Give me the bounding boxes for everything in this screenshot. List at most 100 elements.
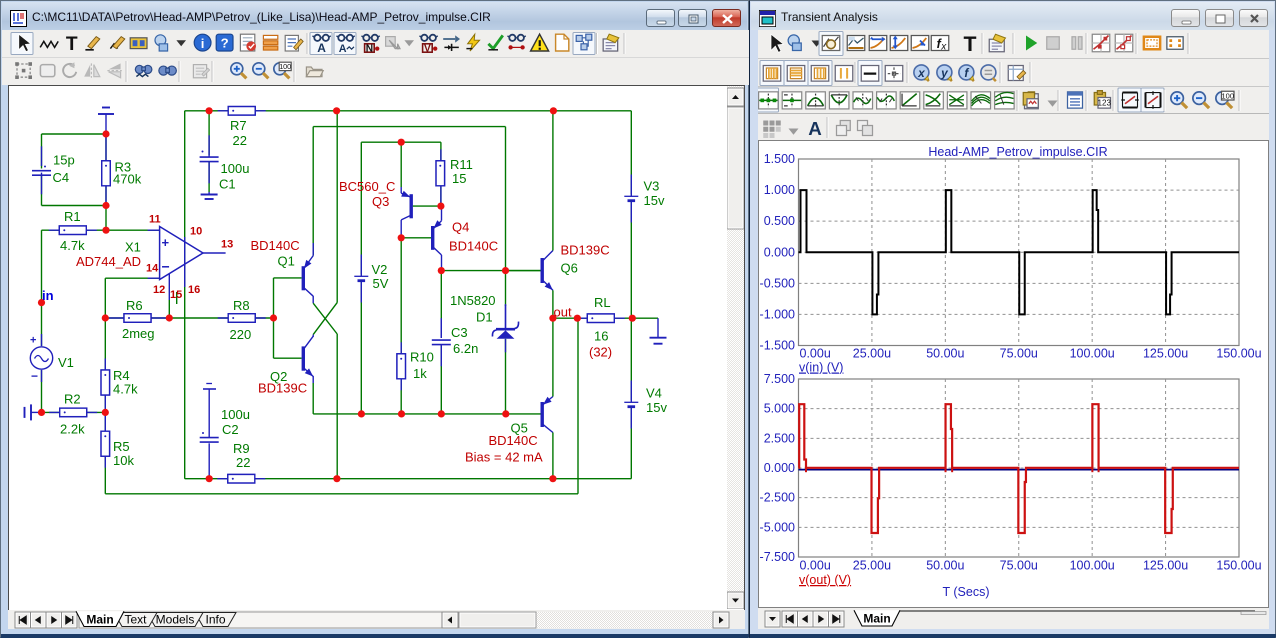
svg-text:R6: R6 — [126, 298, 143, 313]
svg-text:out: out — [553, 304, 571, 319]
svg-text:16: 16 — [188, 284, 200, 296]
svg-text:15v: 15v — [643, 193, 664, 208]
svg-text:R7: R7 — [230, 118, 247, 133]
svg-text:25.00u: 25.00u — [853, 347, 891, 361]
svg-text:Q6: Q6 — [560, 260, 577, 275]
svg-text:Info: Info — [205, 613, 225, 627]
svg-text:0.00u: 0.00u — [800, 347, 831, 361]
svg-text:R9: R9 — [233, 441, 250, 456]
svg-text:470k: 470k — [113, 171, 142, 186]
svg-text:150.00u: 150.00u — [1216, 347, 1261, 361]
svg-text:BD140C: BD140C — [449, 238, 498, 253]
svg-text:10: 10 — [190, 225, 202, 237]
svg-text:-0.500: -0.500 — [760, 276, 795, 290]
svg-text:0.500: 0.500 — [764, 214, 795, 228]
svg-text:i: i — [201, 36, 205, 51]
svg-text:R8: R8 — [233, 298, 250, 313]
svg-text:X1: X1 — [125, 239, 141, 254]
svg-text:Main: Main — [86, 613, 113, 627]
svg-text:-1.500: -1.500 — [760, 339, 795, 353]
svg-text:22: 22 — [232, 133, 246, 148]
svg-text:15: 15 — [170, 289, 182, 301]
svg-text:BD139C: BD139C — [258, 380, 307, 395]
svg-text:(32): (32) — [589, 344, 612, 359]
svg-text:Q4: Q4 — [452, 219, 469, 234]
svg-text:7.500: 7.500 — [764, 372, 795, 386]
svg-text:22: 22 — [236, 455, 250, 470]
svg-text:−: − — [31, 369, 38, 383]
svg-text:0.000: 0.000 — [764, 245, 795, 259]
svg-text:T: T — [66, 34, 78, 55]
svg-text:R5: R5 — [113, 439, 130, 454]
svg-text:-5.000: -5.000 — [760, 520, 795, 534]
svg-text:-2.500: -2.500 — [760, 491, 795, 505]
svg-text:A: A — [808, 118, 822, 139]
svg-text:-7.500: -7.500 — [760, 550, 795, 564]
svg-text:125.00u: 125.00u — [1143, 347, 1188, 361]
svg-text:-1.000: -1.000 — [760, 307, 795, 321]
svg-text:Q3: Q3 — [372, 194, 389, 209]
svg-text:15v: 15v — [646, 400, 667, 415]
svg-text:100u: 100u — [221, 407, 250, 422]
svg-text:11: 11 — [149, 213, 161, 225]
svg-text:220: 220 — [229, 327, 251, 342]
svg-text:BD140C: BD140C — [250, 238, 299, 253]
svg-text:R10: R10 — [410, 349, 434, 364]
svg-text:V4: V4 — [646, 385, 662, 400]
svg-text:V1: V1 — [58, 355, 74, 370]
svg-text:BC560_C: BC560_C — [339, 179, 395, 194]
svg-text:13: 13 — [221, 238, 233, 250]
svg-text:in: in — [42, 288, 54, 303]
svg-text:+: + — [161, 235, 169, 250]
svg-text:C1: C1 — [219, 176, 236, 191]
svg-text:16: 16 — [594, 328, 608, 343]
svg-text:V2: V2 — [371, 262, 387, 277]
svg-text:V: V — [424, 44, 431, 55]
svg-text:Head-AMP_Petrov_impulse.CIR: Head-AMP_Petrov_impulse.CIR — [928, 145, 1107, 159]
svg-text:14: 14 — [146, 262, 159, 274]
svg-text:2.500: 2.500 — [764, 431, 795, 445]
svg-text:AD744_AD: AD744_AD — [76, 254, 141, 269]
svg-text:x: x — [917, 66, 925, 80]
svg-text:A: A — [317, 41, 326, 55]
svg-text:?: ? — [221, 35, 229, 50]
svg-text:C2: C2 — [222, 422, 239, 437]
svg-text:Text: Text — [124, 613, 147, 627]
svg-text:V3: V3 — [643, 178, 659, 193]
svg-text:1k: 1k — [413, 366, 427, 381]
svg-text:R2: R2 — [64, 391, 81, 406]
svg-text:Main: Main — [863, 612, 890, 626]
svg-text:BD139C: BD139C — [560, 242, 609, 257]
svg-text:1.500: 1.500 — [764, 152, 795, 166]
svg-text:T (Secs): T (Secs) — [943, 585, 990, 599]
svg-text:12: 12 — [153, 284, 165, 296]
svg-text:25.00u: 25.00u — [853, 559, 891, 573]
svg-text:50.00u: 50.00u — [926, 559, 964, 573]
svg-text:R1: R1 — [64, 209, 81, 224]
svg-text:100: 100 — [1221, 92, 1234, 101]
svg-text:4.7k: 4.7k — [113, 381, 138, 396]
svg-text:1N5820: 1N5820 — [450, 293, 496, 308]
svg-text:15p: 15p — [53, 152, 75, 167]
svg-text:C3: C3 — [451, 325, 468, 340]
svg-text:v(in) (V): v(in) (V) — [799, 361, 843, 375]
svg-text:150.00u: 150.00u — [1216, 559, 1261, 573]
svg-text:Q1: Q1 — [277, 253, 294, 268]
svg-text:100.00u: 100.00u — [1070, 559, 1115, 573]
svg-text:A: A — [339, 43, 347, 55]
svg-text:10k: 10k — [113, 453, 134, 468]
svg-text:2.2k: 2.2k — [60, 421, 85, 436]
svg-text:0.000: 0.000 — [764, 461, 795, 475]
svg-text:100: 100 — [279, 62, 291, 71]
svg-text:D1: D1 — [476, 309, 493, 324]
svg-text:v(out) (V): v(out) (V) — [799, 573, 851, 587]
svg-text:125.00u: 125.00u — [1143, 559, 1188, 573]
svg-text:R11: R11 — [450, 157, 473, 172]
svg-text:Bias = 42 mA: Bias = 42 mA — [465, 449, 543, 464]
svg-text:0.00u: 0.00u — [800, 559, 831, 573]
svg-text:5V: 5V — [372, 276, 388, 291]
svg-text:1.000: 1.000 — [764, 183, 795, 197]
svg-text:2meg: 2meg — [122, 326, 155, 341]
svg-text:RL: RL — [594, 295, 611, 310]
svg-text:100.00u: 100.00u — [1070, 347, 1115, 361]
